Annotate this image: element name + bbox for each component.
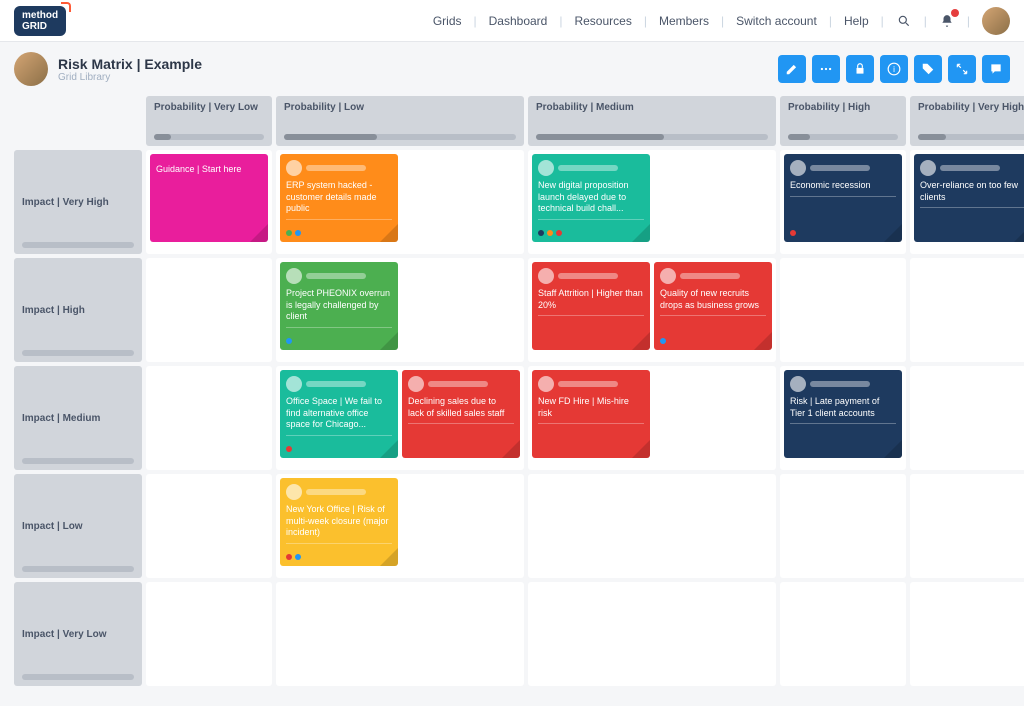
col-header-medium[interactable]: Probability | Medium.col-head:nth-child(… <box>528 96 776 146</box>
top-nav: Grids| Dashboard| Resources| Members| Sw… <box>433 7 1010 35</box>
nav-resources[interactable]: Resources <box>574 14 631 28</box>
cell[interactable]: Office Space | We fail to find alternati… <box>276 366 524 470</box>
cell[interactable]: Guidance | Start here <box>146 150 272 254</box>
cell[interactable] <box>146 474 272 578</box>
card-avatar <box>408 376 424 392</box>
tag-button[interactable] <box>914 55 942 83</box>
card-avatar <box>538 268 554 284</box>
cell[interactable] <box>146 582 272 686</box>
nav-members[interactable]: Members <box>659 14 709 28</box>
row-header-low[interactable]: Impact | Low <box>14 474 142 578</box>
cell[interactable] <box>528 582 776 686</box>
lock-button[interactable] <box>846 55 874 83</box>
card-avatar <box>286 160 302 176</box>
logo[interactable]: methodGRID <box>14 6 66 36</box>
cell[interactable] <box>780 582 906 686</box>
card-avatar <box>790 160 806 176</box>
row-header-very-high[interactable]: Impact | Very High <box>14 150 142 254</box>
comment-button[interactable] <box>982 55 1010 83</box>
card-attrition[interactable]: Staff Attrition | Higher than 20% <box>532 262 650 350</box>
cell[interactable] <box>910 474 1024 578</box>
cell[interactable]: New FD Hire | Mis-hire risk <box>528 366 776 470</box>
card-digital[interactable]: New digital proposition launch delayed d… <box>532 154 650 242</box>
cell[interactable]: Risk | Late payment of Tier 1 client acc… <box>780 366 906 470</box>
cell[interactable] <box>780 474 906 578</box>
cell[interactable] <box>780 258 906 362</box>
cell[interactable] <box>910 258 1024 362</box>
sub-header: Risk Matrix | Example Grid Library i <box>0 42 1024 96</box>
col-header-low[interactable]: Probability | Low.col-head:nth-child(3) … <box>276 96 524 146</box>
corner-cell <box>14 96 142 146</box>
card-avatar <box>538 376 554 392</box>
cell[interactable] <box>276 582 524 686</box>
col-header-very-low[interactable]: Probability | Very Low.col-head:nth-chil… <box>146 96 272 146</box>
card-overreliance[interactable]: Over-reliance on too few clients <box>914 154 1024 242</box>
nav-grids[interactable]: Grids <box>433 14 462 28</box>
cell[interactable] <box>146 258 272 362</box>
card-avatar <box>286 376 302 392</box>
col-header-very-high[interactable]: Probability | Very High.col-head:nth-chi… <box>910 96 1024 146</box>
card-ny[interactable]: New York Office | Risk of multi-week clo… <box>280 478 398 566</box>
cell[interactable] <box>146 366 272 470</box>
row-header-very-low[interactable]: Impact | Very Low <box>14 582 142 686</box>
cell[interactable] <box>910 582 1024 686</box>
card-sales[interactable]: Declining sales due to lack of skilled s… <box>402 370 520 458</box>
card-avatar <box>286 268 302 284</box>
bell-icon[interactable] <box>939 13 955 29</box>
page-title: Risk Matrix | Example <box>58 56 202 72</box>
col-header-high[interactable]: Probability | High.col-head:nth-child(5)… <box>780 96 906 146</box>
card-avatar <box>920 160 936 176</box>
user-avatar[interactable] <box>982 7 1010 35</box>
cell[interactable]: Project PHEONIX overrun is legally chall… <box>276 258 524 362</box>
search-icon[interactable] <box>896 13 912 29</box>
card-guidance[interactable]: Guidance | Start here <box>150 154 268 242</box>
card-recession[interactable]: Economic recession <box>784 154 902 242</box>
cell[interactable] <box>910 366 1024 470</box>
card-avatar <box>286 484 302 500</box>
more-button[interactable] <box>812 55 840 83</box>
nav-switch-account[interactable]: Switch account <box>736 14 817 28</box>
edit-button[interactable] <box>778 55 806 83</box>
card-avatar <box>538 160 554 176</box>
expand-button[interactable] <box>948 55 976 83</box>
breadcrumb[interactable]: Grid Library <box>58 72 202 83</box>
card-avatar <box>790 376 806 392</box>
grid-owner-avatar <box>14 52 48 86</box>
cell[interactable]: Staff Attrition | Higher than 20% Qualit… <box>528 258 776 362</box>
card-avatar <box>660 268 676 284</box>
card-pheonix[interactable]: Project PHEONIX overrun is legally chall… <box>280 262 398 350</box>
card-recruits[interactable]: Quality of new recruits drops as busines… <box>654 262 772 350</box>
nav-dashboard[interactable]: Dashboard <box>489 14 548 28</box>
grid-actions: i <box>778 55 1010 83</box>
cell[interactable]: Economic recession <box>780 150 906 254</box>
card-erp[interactable]: ERP system hacked - customer details mad… <box>280 154 398 242</box>
card-latepay[interactable]: Risk | Late payment of Tier 1 client acc… <box>784 370 902 458</box>
row-header-high[interactable]: Impact | High <box>14 258 142 362</box>
cell[interactable]: New digital proposition launch delayed d… <box>528 150 776 254</box>
nav-help[interactable]: Help <box>844 14 869 28</box>
cell[interactable]: New York Office | Risk of multi-week clo… <box>276 474 524 578</box>
card-fd[interactable]: New FD Hire | Mis-hire risk <box>532 370 650 458</box>
risk-grid: Probability | Very Low.col-head:nth-chil… <box>14 96 1010 686</box>
svg-text:i: i <box>893 65 895 74</box>
cell[interactable]: ERP system hacked - customer details mad… <box>276 150 524 254</box>
cell[interactable]: Over-reliance on too few clients <box>910 150 1024 254</box>
card-office[interactable]: Office Space | We fail to find alternati… <box>280 370 398 458</box>
row-header-medium[interactable]: Impact | Medium <box>14 366 142 470</box>
info-button[interactable]: i <box>880 55 908 83</box>
cell[interactable] <box>528 474 776 578</box>
topbar: methodGRID Grids| Dashboard| Resources| … <box>0 0 1024 42</box>
